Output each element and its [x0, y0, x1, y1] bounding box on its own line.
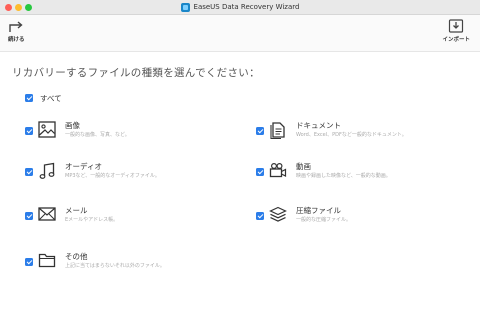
images-checkbox[interactable] [25, 127, 33, 135]
audio-checkbox[interactable] [25, 168, 33, 176]
window-title: EaseUS Data Recovery Wizard [193, 3, 300, 11]
video-camera-icon [269, 162, 287, 178]
continue-label: 続ける [8, 37, 25, 43]
title-bar: EaseUS Data Recovery Wizard [0, 0, 480, 15]
documents-description: Word、Excel、PDFなど一般的なドキュメント。 [296, 132, 407, 138]
layers-icon [269, 206, 287, 222]
app-logo-icon [180, 2, 190, 12]
music-note-icon [39, 162, 55, 179]
archives-description: 一般的な圧縮ファイル。 [296, 217, 352, 223]
archives-checkbox[interactable] [256, 212, 264, 220]
folder-icon [38, 253, 56, 268]
email-description: Eメールやアドレス帳。 [65, 217, 119, 223]
audio-label: オーディオ [65, 162, 102, 171]
audio-description: MP3など、一般的なオーディオファイル。 [65, 173, 160, 179]
documents-label: ドキュメント [296, 121, 341, 130]
toolbar: 続ける インポート [0, 15, 480, 52]
continue-button[interactable]: 続ける [8, 19, 25, 43]
page-heading: リカバリーするファイルの種類を選んでください： [12, 67, 260, 79]
documents-checkbox[interactable] [256, 127, 264, 135]
image-icon [38, 121, 56, 138]
archives-label: 圧縮ファイル [296, 206, 341, 215]
others-label: その他 [65, 252, 88, 261]
others-checkbox[interactable] [25, 258, 33, 266]
videos-label: 動画 [296, 162, 311, 171]
videos-description: 映画や録画した映像など、一般的な動画。 [296, 173, 391, 179]
window-title-group: EaseUS Data Recovery Wizard [0, 1, 480, 13]
envelope-icon [38, 207, 56, 221]
import-download-icon [449, 19, 464, 33]
import-button[interactable]: インポート [442, 19, 470, 43]
forward-arrow-icon [9, 21, 23, 32]
email-checkbox[interactable] [25, 212, 33, 220]
import-label: インポート [442, 37, 470, 43]
images-description: 一般的な画像、写真、など。 [65, 132, 130, 138]
app-window: EaseUS Data Recovery Wizard 続ける インポート リカ… [0, 0, 480, 325]
images-label: 画像 [65, 121, 80, 130]
select-all-label: すべて [40, 94, 62, 103]
select-all-checkbox[interactable] [25, 94, 33, 102]
others-description: 上記に当てはまらないそれ以外のファイル。 [65, 263, 165, 269]
email-label: メール [65, 206, 88, 215]
videos-checkbox[interactable] [256, 168, 264, 176]
document-icon [270, 122, 285, 139]
